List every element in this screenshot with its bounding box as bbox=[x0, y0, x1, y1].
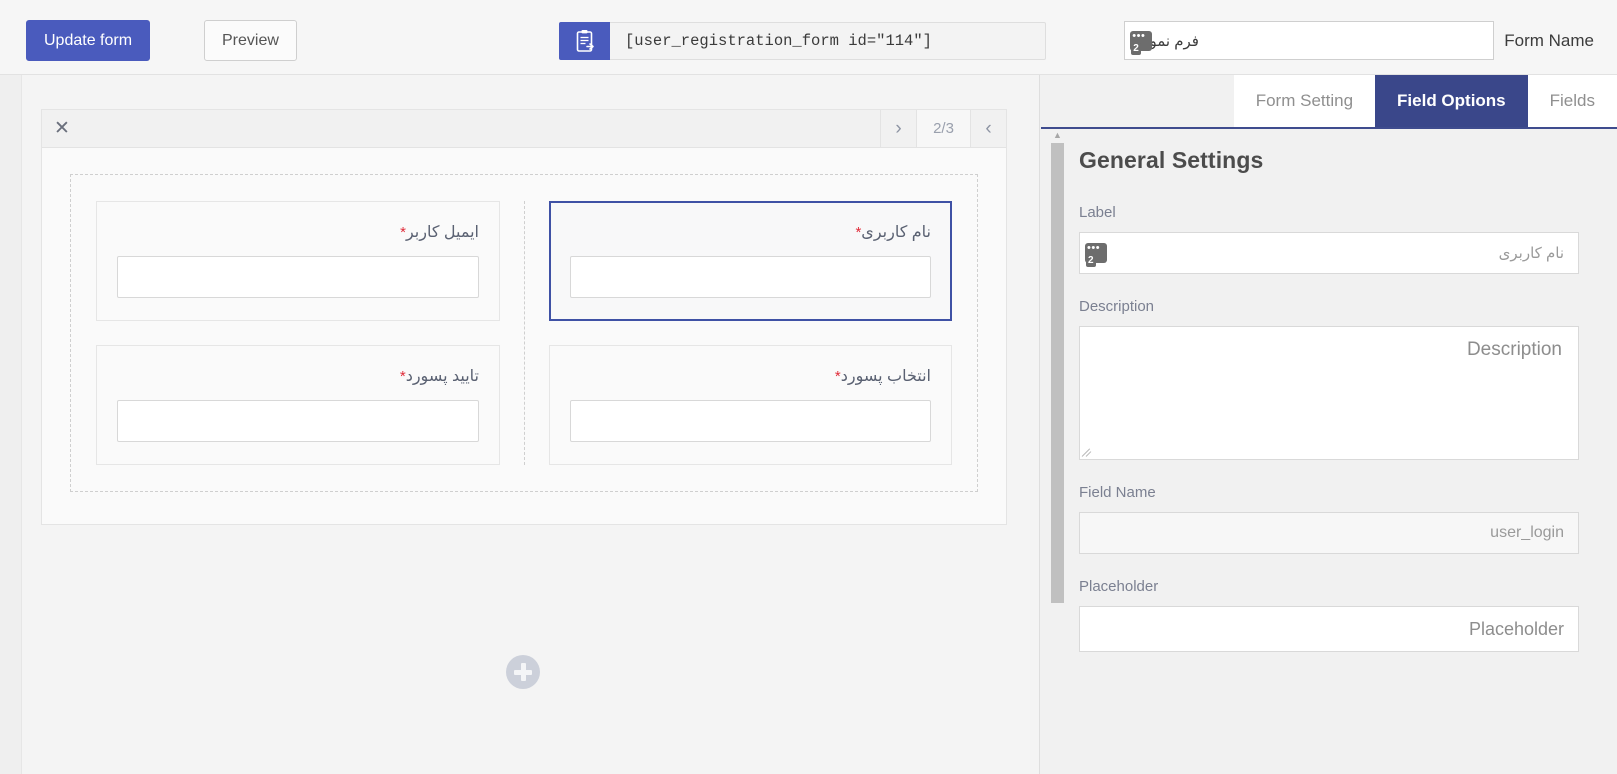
field-name-label: Field Name bbox=[1079, 484, 1156, 501]
field-row: نام کاربری* انتخاب پسورد* ایمیل کاربر* ت… bbox=[70, 174, 978, 492]
option-group-placeholder: Placeholder Placeholder bbox=[1079, 578, 1579, 652]
label-input-value: نام کاربری bbox=[1498, 245, 1564, 262]
page-counter: 2/3 bbox=[916, 110, 970, 147]
form-builder-canvas: ✕ › 2/3 ‹ نام کاربری* انتخاب پسورد* ایمی… bbox=[0, 75, 1040, 774]
field-label-text: ایمیل کاربر bbox=[405, 224, 479, 241]
option-group-field-name: Field Name user_login bbox=[1079, 484, 1579, 554]
update-form-button[interactable]: Update form bbox=[26, 20, 151, 61]
field-block-user-email[interactable]: ایمیل کاربر* bbox=[96, 201, 500, 321]
ime-language-badge: ••• 2 bbox=[1085, 243, 1107, 267]
shortcode-text[interactable]: [user_registration_form id="114"] bbox=[610, 22, 1046, 60]
field-column-right[interactable]: نام کاربری* انتخاب پسورد* bbox=[524, 201, 952, 465]
field-input-preview[interactable] bbox=[117, 256, 479, 298]
chevron-left-icon[interactable]: ‹ bbox=[970, 110, 1006, 147]
row-body: نام کاربری* انتخاب پسورد* ایمیل کاربر* ت… bbox=[42, 148, 1006, 524]
option-group-label: Label ••• 2 نام کاربری bbox=[1079, 204, 1579, 274]
placeholder-input-placeholder: Placeholder bbox=[1468, 618, 1564, 639]
field-label: تایید پسورد* bbox=[117, 366, 479, 386]
form-row-card: ✕ › 2/3 ‹ نام کاربری* انتخاب پسورد* ایمی… bbox=[41, 109, 1007, 525]
panel-scrollbar[interactable]: ▲ bbox=[1046, 129, 1064, 774]
option-group-description: Description Description bbox=[1079, 298, 1579, 460]
panel-tab-bar: Fields Field Options Form Setting bbox=[1041, 75, 1617, 129]
field-label-text: انتخاب پسورد bbox=[840, 368, 931, 385]
field-block-confirm-password[interactable]: تایید پسورد* bbox=[96, 345, 500, 465]
form-name-label: Form Name bbox=[1504, 30, 1594, 50]
tab-bar-filler bbox=[1041, 75, 1234, 127]
tab-field-options[interactable]: Field Options bbox=[1375, 75, 1528, 127]
placeholder-input[interactable]: Placeholder bbox=[1079, 606, 1579, 652]
panel-scroll-region: ▲ General Settings Label ••• 2 نام کاربر… bbox=[1041, 129, 1617, 774]
field-block-user-pass[interactable]: انتخاب پسورد* bbox=[549, 345, 952, 465]
placeholder-field-label: Placeholder bbox=[1079, 578, 1159, 595]
field-input-preview[interactable] bbox=[570, 400, 931, 442]
field-options-panel: Fields Field Options Form Setting ▲ Gene… bbox=[1041, 75, 1617, 774]
page-title: General Settings bbox=[1079, 147, 1264, 173]
form-name-group: ••• 2 فرم نمونه Form Name bbox=[1124, 21, 1594, 60]
tab-fields[interactable]: Fields bbox=[1527, 75, 1617, 127]
field-input-preview[interactable] bbox=[570, 256, 931, 298]
field-label: نام کاربری* bbox=[570, 222, 931, 242]
field-label-text: نام کاربری bbox=[861, 224, 931, 241]
description-field-label: Description bbox=[1079, 298, 1155, 315]
field-column-left[interactable]: ایمیل کاربر* تایید پسورد* bbox=[96, 201, 524, 465]
scroll-up-arrow-icon[interactable]: ▲ bbox=[1052, 131, 1063, 140]
field-label-text: تایید پسورد bbox=[405, 368, 479, 385]
chevron-right-icon[interactable]: › bbox=[880, 110, 916, 147]
plus-circle-icon[interactable] bbox=[506, 655, 540, 689]
description-textarea[interactable]: Description bbox=[1079, 326, 1579, 460]
general-settings-section: General Settings Label ••• 2 نام کاربری … bbox=[1065, 129, 1617, 774]
field-block-user-login[interactable]: نام کاربری* bbox=[549, 201, 952, 321]
label-field-label: Label bbox=[1079, 204, 1116, 221]
ime-language-badge: ••• 2 bbox=[1130, 30, 1153, 55]
clipboard-copy-icon[interactable] bbox=[559, 22, 610, 60]
field-label: انتخاب پسورد* bbox=[570, 366, 931, 386]
field-label: ایمیل کاربر* bbox=[117, 222, 479, 242]
top-toolbar-inner: Update form Preview [user_registration_f… bbox=[26, 0, 1617, 75]
row-toolbar: ✕ › 2/3 ‹ bbox=[42, 110, 1006, 148]
close-icon[interactable]: ✕ bbox=[42, 110, 82, 147]
field-name-value: user_login bbox=[1490, 524, 1564, 541]
scrollbar-thumb[interactable] bbox=[1051, 143, 1064, 603]
plus-vertical-bar bbox=[520, 663, 526, 681]
preview-button[interactable]: Preview bbox=[204, 20, 297, 61]
description-placeholder: Description bbox=[1466, 339, 1562, 360]
field-name-input[interactable]: user_login bbox=[1079, 512, 1579, 554]
top-toolbar: Update form Preview [user_registration_f… bbox=[0, 0, 1617, 75]
canvas-left-strip bbox=[0, 75, 22, 774]
label-input[interactable]: ••• 2 نام کاربری bbox=[1079, 232, 1579, 274]
shortcode-bar: [user_registration_form id="114"] bbox=[559, 22, 1046, 60]
form-name-input[interactable]: ••• 2 فرم نمونه bbox=[1124, 21, 1495, 60]
field-input-preview[interactable] bbox=[117, 400, 479, 442]
resize-grip-icon[interactable] bbox=[1081, 446, 1093, 457]
tab-form-setting[interactable]: Form Setting bbox=[1233, 75, 1376, 127]
